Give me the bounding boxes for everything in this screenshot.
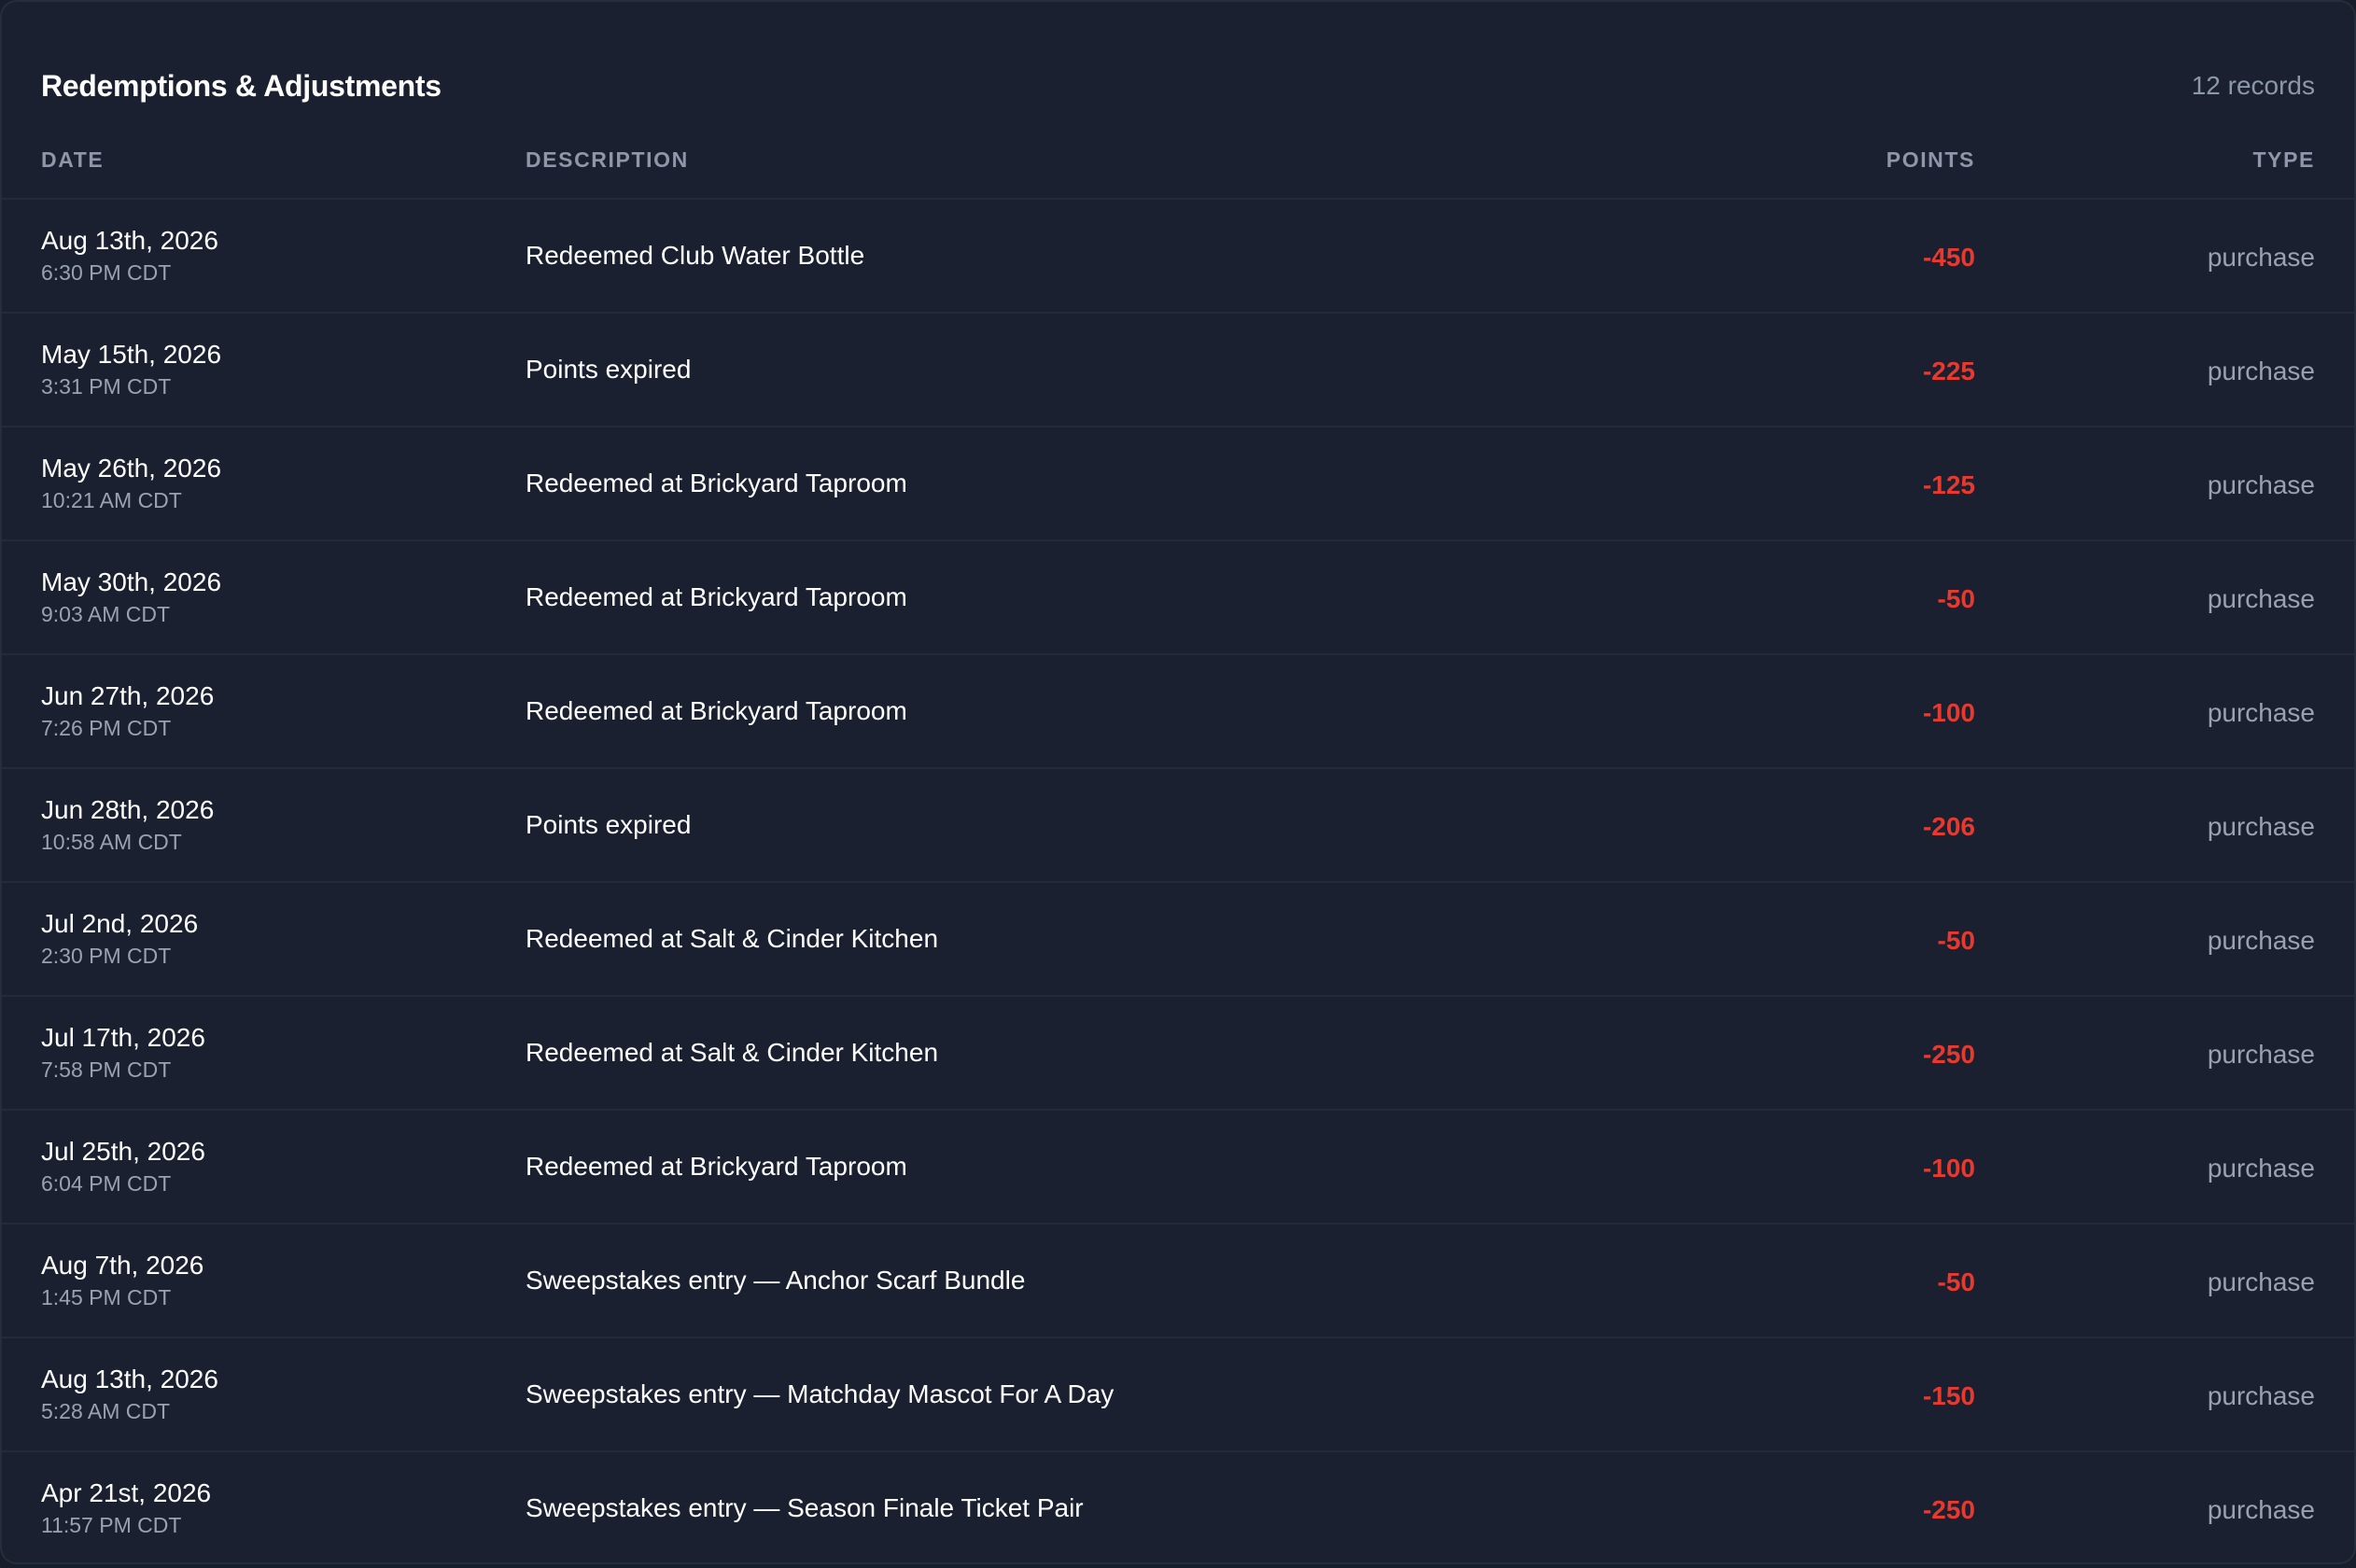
- column-header-points[interactable]: POINTS: [1886, 147, 1975, 173]
- date-text: Jul 17th, 2026: [41, 1023, 205, 1052]
- time-text: 3:31 PM CDT: [41, 374, 172, 399]
- panel-header: Redemptions & Adjustments 12 records: [41, 60, 2315, 112]
- date-text: May 26th, 2026: [41, 454, 222, 483]
- table-row[interactable]: Jul 17th, 2026 7:58 PM CDT Redeemed at S…: [2, 997, 2354, 1111]
- date-text: Jul 25th, 2026: [41, 1137, 205, 1166]
- date-cell: Apr 21st, 2026 11:57 PM CDT: [41, 1477, 211, 1540]
- time-text: 6:30 PM CDT: [41, 260, 172, 285]
- points-cell: -250: [1922, 1495, 1975, 1524]
- description-cell: Sweepstakes entry — Matchday Mascot For …: [526, 1379, 1115, 1408]
- date-cell: Jul 25th, 2026 6:04 PM CDT: [41, 1135, 205, 1198]
- date-cell: Jun 28th, 2026 10:58 AM CDT: [41, 793, 214, 857]
- date-cell: Jul 17th, 2026 7:58 PM CDT: [41, 1021, 205, 1085]
- type-cell: purchase: [2207, 1154, 2315, 1183]
- points-cell: -50: [1937, 584, 1975, 613]
- date-text: May 30th, 2026: [41, 567, 222, 596]
- points-cell: -206: [1922, 812, 1975, 841]
- points-cell: -150: [1922, 1381, 1975, 1410]
- table-row[interactable]: Aug 13th, 2026 5:28 AM CDT Sweepstakes e…: [2, 1338, 2354, 1452]
- type-cell: purchase: [2207, 1040, 2315, 1069]
- table-row[interactable]: May 15th, 2026 3:31 PM CDT Points expire…: [2, 314, 2354, 427]
- points-cell: -450: [1922, 243, 1975, 272]
- date-cell: May 26th, 2026 10:21 AM CDT: [41, 452, 221, 515]
- description-cell: Redeemed at Brickyard Taproom: [526, 696, 907, 725]
- description-cell: Redeemed at Brickyard Taproom: [526, 582, 907, 611]
- points-cell: -100: [1922, 698, 1975, 727]
- date-cell: May 15th, 2026 3:31 PM CDT: [41, 338, 221, 401]
- table-row[interactable]: May 30th, 2026 9:03 AM CDT Redeemed at B…: [2, 541, 2354, 655]
- date-text: Aug 13th, 2026: [41, 226, 218, 255]
- date-text: Jun 27th, 2026: [41, 681, 215, 710]
- description-cell: Sweepstakes entry — Anchor Scarf Bundle: [526, 1266, 1026, 1295]
- table-row[interactable]: May 26th, 2026 10:21 AM CDT Redeemed at …: [2, 427, 2354, 541]
- type-cell: purchase: [2207, 1495, 2315, 1524]
- points-cell: -100: [1922, 1154, 1975, 1183]
- table-row[interactable]: Apr 21st, 2026 11:57 PM CDT Sweepstakes …: [2, 1452, 2354, 1564]
- column-header-date[interactable]: DATE: [41, 147, 104, 173]
- date-cell: Aug 7th, 2026 1:45 PM CDT: [41, 1249, 203, 1312]
- type-cell: purchase: [2207, 584, 2315, 613]
- table-row[interactable]: Aug 7th, 2026 1:45 PM CDT Sweepstakes en…: [2, 1225, 2354, 1338]
- time-text: 7:58 PM CDT: [41, 1057, 172, 1082]
- time-text: 9:03 AM CDT: [41, 602, 171, 626]
- points-cell: -125: [1922, 470, 1975, 499]
- time-text: 7:26 PM CDT: [41, 716, 172, 740]
- table-row[interactable]: Jul 2nd, 2026 2:30 PM CDT Redeemed at Sa…: [2, 883, 2354, 997]
- table-row[interactable]: Aug 13th, 2026 6:30 PM CDT Redeemed Club…: [2, 200, 2354, 314]
- table-header: DATE DESCRIPTION POINTS TYPE: [2, 142, 2354, 200]
- date-cell: Aug 13th, 2026 6:30 PM CDT: [41, 224, 218, 287]
- date-text: Apr 21st, 2026: [41, 1478, 212, 1507]
- column-header-type[interactable]: TYPE: [2253, 147, 2315, 173]
- date-cell: Aug 13th, 2026 5:28 AM CDT: [41, 1363, 218, 1426]
- description-cell: Redeemed at Brickyard Taproom: [526, 469, 907, 497]
- points-cell: -50: [1937, 926, 1975, 955]
- points-cell: -225: [1922, 357, 1975, 385]
- type-cell: purchase: [2207, 470, 2315, 499]
- type-cell: purchase: [2207, 357, 2315, 385]
- type-cell: purchase: [2207, 698, 2315, 727]
- type-cell: purchase: [2207, 812, 2315, 841]
- points-cell: -50: [1937, 1267, 1975, 1296]
- date-text: Jul 2nd, 2026: [41, 909, 199, 938]
- description-cell: Redeemed at Brickyard Taproom: [526, 1152, 907, 1181]
- date-cell: Jul 2nd, 2026 2:30 PM CDT: [41, 907, 198, 971]
- table-row[interactable]: Jul 25th, 2026 6:04 PM CDT Redeemed at B…: [2, 1111, 2354, 1225]
- time-text: 10:21 AM CDT: [41, 488, 182, 512]
- time-text: 2:30 PM CDT: [41, 944, 172, 968]
- date-cell: Jun 27th, 2026 7:26 PM CDT: [41, 679, 214, 743]
- description-cell: Points expired: [526, 810, 692, 839]
- description-cell: Redeemed Club Water Bottle: [526, 241, 865, 270]
- date-cell: May 30th, 2026 9:03 AM CDT: [41, 566, 221, 629]
- panel-title: Redemptions & Adjustments: [41, 68, 442, 103]
- date-text: Jun 28th, 2026: [41, 795, 215, 824]
- description-cell: Sweepstakes entry — Season Finale Ticket…: [526, 1493, 1084, 1522]
- redemptions-panel: Redemptions & Adjustments 12 records DAT…: [0, 0, 2356, 1564]
- points-cell: -250: [1922, 1040, 1975, 1069]
- type-cell: purchase: [2207, 1381, 2315, 1410]
- table-row[interactable]: Jun 28th, 2026 10:58 AM CDT Points expir…: [2, 769, 2354, 883]
- table-row[interactable]: Jun 27th, 2026 7:26 PM CDT Redeemed at B…: [2, 655, 2354, 769]
- table-body: Aug 13th, 2026 6:30 PM CDT Redeemed Club…: [2, 200, 2354, 1564]
- time-text: 10:58 AM CDT: [41, 830, 182, 854]
- type-cell: purchase: [2207, 926, 2315, 955]
- date-text: Aug 13th, 2026: [41, 1365, 218, 1393]
- time-text: 1:45 PM CDT: [41, 1285, 172, 1309]
- time-text: 5:28 AM CDT: [41, 1399, 171, 1423]
- description-cell: Redeemed at Salt & Cinder Kitchen: [526, 924, 939, 953]
- date-text: May 15th, 2026: [41, 340, 222, 369]
- time-text: 6:04 PM CDT: [41, 1171, 172, 1196]
- time-text: 11:57 PM CDT: [41, 1513, 182, 1537]
- description-cell: Redeemed at Salt & Cinder Kitchen: [526, 1038, 939, 1067]
- record-count: 12 records: [2191, 71, 2315, 100]
- column-header-description[interactable]: DESCRIPTION: [526, 147, 689, 173]
- date-text: Aug 7th, 2026: [41, 1251, 204, 1280]
- description-cell: Points expired: [526, 355, 692, 384]
- type-cell: purchase: [2207, 243, 2315, 272]
- type-cell: purchase: [2207, 1267, 2315, 1296]
